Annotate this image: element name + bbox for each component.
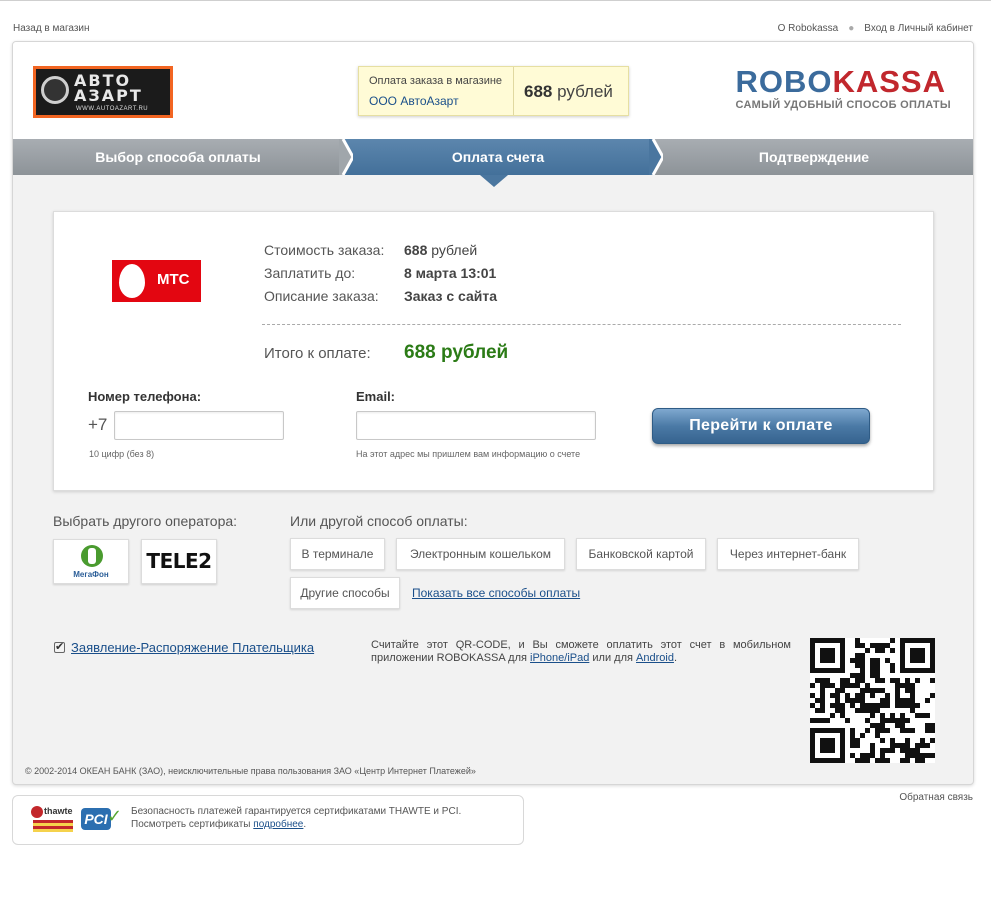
method-bank-card[interactable]: Банковской картой <box>576 538 706 570</box>
thawte-stripe <box>33 820 73 832</box>
invoice-panel: МТС Стоимость заказа: 688 рублей Заплати… <box>53 211 934 491</box>
iphone-link[interactable]: iPhone/iPad <box>530 652 589 664</box>
about-robokassa-link[interactable]: О Robokassa <box>778 23 839 34</box>
agreement: Заявление-Распоряжение Плательщика <box>54 640 314 655</box>
description-label: Описание заказа: <box>264 288 379 304</box>
phone-hint: 10 цифр (без 8) <box>89 449 155 459</box>
header: АВТО АЗАРТ WWW.AUTOAZART.RU Оплата заказ… <box>13 42 973 139</box>
show-all-methods-link[interactable]: Показать все способы оплаты <box>412 586 580 600</box>
phone-input[interactable] <box>114 411 284 440</box>
security-line-1: Безопасность платежей гарантируется серт… <box>131 806 462 817</box>
thawte-logo: thawte <box>31 806 75 834</box>
phone-prefix: +7 <box>88 415 108 434</box>
detail-row-due: Заплатить до: 8 марта 13:01 <box>264 265 497 288</box>
shop-name-link[interactable]: ООО АвтоАзарт <box>369 94 459 108</box>
security-line-2-text: Посмотреть сертификаты <box>131 819 254 830</box>
order-details: Стоимость заказа: 688 рублей Заплатить д… <box>264 242 497 311</box>
detail-row-cost: Стоимость заказа: 688 рублей <box>264 242 497 265</box>
cost-label: Стоимость заказа: <box>264 242 385 258</box>
security-badge-box: thawte PCI ✓ Безопасность платежей гаран… <box>12 795 524 845</box>
method-terminal[interactable]: В терминале <box>290 538 385 570</box>
robokassa-brand: ROBOKASSA <box>735 66 951 97</box>
mts-logo-text: МТС <box>157 271 190 288</box>
description-value: Заказ с сайта <box>404 288 498 304</box>
cost-value: 688 рублей <box>404 242 477 265</box>
qr-text-part: или для <box>589 652 637 664</box>
total-row: Итого к оплате: 688 рублей <box>264 342 508 364</box>
due-value: 8 марта 13:01 <box>404 265 497 281</box>
brand-part-kassa: KASSA <box>832 64 946 99</box>
security-text: Безопасность платежей гарантируется серт… <box>131 805 461 831</box>
security-line-2: Посмотреть сертификаты подробнее. <box>131 818 461 831</box>
email-input[interactable] <box>356 411 596 440</box>
agreement-link[interactable]: Заявление-Распоряжение Плательщика <box>71 640 314 655</box>
order-label: Оплата заказа в магазине <box>369 75 503 87</box>
separator-dot: ● <box>848 23 855 34</box>
brand-tagline: САМЫЙ УДОБНЫЙ СПОСОБ ОПЛАТЫ <box>735 99 951 111</box>
shop-logo-url: WWW.AUTOAZART.RU <box>76 106 149 112</box>
mts-logo: МТС <box>112 260 201 302</box>
agreement-checkbox[interactable] <box>54 640 65 653</box>
qr-modules <box>810 638 935 763</box>
top-links: Назад в магазин О Robokassa ● Вход в Лич… <box>13 23 973 37</box>
copyright: © 2002-2014 ОКЕАН БАНК (ЗАО), неисключит… <box>25 766 476 776</box>
order-summary-box: Оплата заказа в магазине ООО АвтоАзарт 6… <box>358 66 629 116</box>
qr-description: Считайте этот QR-CODE, и Вы сможете опла… <box>371 639 791 665</box>
megafon-option[interactable]: МегаФон <box>53 539 129 584</box>
thawte-seal-icon <box>31 806 43 818</box>
detail-row-description: Описание заказа: Заказ с сайта <box>264 288 497 311</box>
step-separator-icon <box>339 139 353 175</box>
tele2-option[interactable]: TELE2 <box>141 539 217 584</box>
shop-logo-word: АВТО АЗАРТ <box>74 71 143 105</box>
total-label: Итого к оплате: <box>264 345 371 362</box>
qr-code-icon <box>810 638 935 763</box>
total-value: 688 рублей <box>404 342 509 363</box>
cost-unit: рублей <box>431 242 478 258</box>
email-label: Email: <box>356 389 396 404</box>
active-step-pointer <box>480 175 508 187</box>
other-methods-title: Или другой способ оплаты: <box>290 513 468 529</box>
brand-part-robo: ROBO <box>735 64 833 99</box>
method-internet-bank[interactable]: Через интернет-банк <box>717 538 859 570</box>
robokassa-logo: ROBOKASSA САМЫЙ УДОБНЫЙ СПОСОБ ОПЛАТЫ <box>735 66 951 111</box>
top-right-links: О Robokassa ● Вход в Личный кабинет <box>778 23 973 34</box>
shop-logo-icon <box>41 76 69 104</box>
security-line-2-end: . <box>303 819 307 830</box>
method-other[interactable]: Другие способы <box>290 577 400 609</box>
dashed-divider <box>262 324 901 325</box>
qr-text-part: . <box>673 652 678 664</box>
go-to-payment-button[interactable]: Перейти к оплате <box>652 408 870 444</box>
cost-number: 688 <box>404 242 428 258</box>
phone-label: Номер телефона: <box>88 389 202 404</box>
due-label: Заплатить до: <box>264 265 356 281</box>
method-e-wallet[interactable]: Электронным кошельком <box>396 538 565 570</box>
certificates-details-link[interactable]: подробнее <box>253 819 303 830</box>
android-link[interactable]: Android <box>636 652 674 664</box>
divider <box>513 67 514 115</box>
megafon-logo-icon <box>81 545 103 567</box>
shop-logo-inner: АВТО АЗАРТ WWW.AUTOAZART.RU <box>36 69 170 115</box>
step-choose-method: Выбор способа оплаты <box>95 149 261 165</box>
tele2-logo-text: TELE2 <box>146 549 212 573</box>
payment-card: АВТО АЗАРТ WWW.AUTOAZART.RU Оплата заказ… <box>12 41 974 785</box>
login-link[interactable]: Вход в Личный кабинет <box>864 23 973 34</box>
order-amount-number: 688 <box>524 82 553 101</box>
order-amount-unit: рублей <box>557 82 613 101</box>
step-confirm: Подтверждение <box>758 149 870 165</box>
pci-logo: PCI ✓ <box>81 804 123 834</box>
step-bar: Выбор способа оплаты Оплата счета Подтве… <box>13 139 973 175</box>
thawte-name: thawte <box>44 806 73 816</box>
email-hint: На этот адрес мы пришлем вам информацию … <box>356 449 581 459</box>
checkmark-icon: ✓ <box>107 806 123 826</box>
megafon-name: МегаФон <box>73 570 109 579</box>
back-to-shop-link[interactable]: Назад в магазин <box>13 23 90 34</box>
shop-logo[interactable]: АВТО АЗАРТ WWW.AUTOAZART.RU <box>33 66 173 118</box>
step-separator-icon <box>649 139 663 175</box>
other-operator-title: Выбрать другого оператора: <box>53 513 238 529</box>
step-pay-invoice: Оплата счета <box>343 139 653 175</box>
order-amount: 688 рублей <box>524 82 613 102</box>
feedback-link[interactable]: Обратная связь <box>899 792 973 803</box>
mts-egg-icon <box>119 264 145 298</box>
